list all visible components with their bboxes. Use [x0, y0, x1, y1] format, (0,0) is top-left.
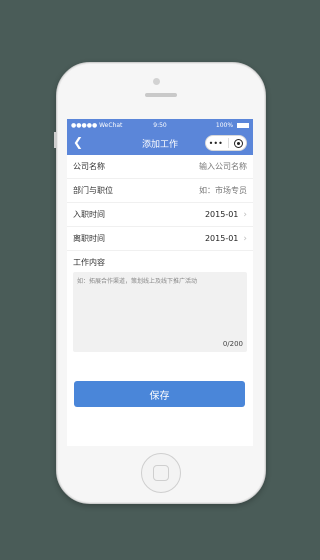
department-position-row[interactable]: 部门与职位 如：市场专员	[67, 179, 253, 203]
status-bar: ●●●●● WeChat 9:50 100%	[67, 119, 253, 131]
app-screen: ●●●●● WeChat 9:50 100% ❮ 添加工作 ••• 公司名称 输…	[67, 119, 253, 446]
chevron-right-icon: ›	[243, 209, 247, 220]
target-icon[interactable]	[234, 138, 244, 148]
end-date-row[interactable]: 离职时间 2015-01 ›	[67, 227, 253, 251]
start-date-row[interactable]: 入职时间 2015-01 ›	[67, 203, 253, 227]
department-position-input[interactable]: 如：市场专员	[199, 185, 247, 196]
more-dots-icon[interactable]: •••	[209, 139, 223, 148]
mini-program-capsule: •••	[205, 135, 247, 151]
side-button	[54, 132, 56, 148]
speaker-grille	[145, 93, 177, 97]
end-date-label: 离职时间	[73, 234, 105, 243]
camera-icon	[153, 78, 160, 85]
company-name-label: 公司名称	[73, 162, 105, 171]
department-position-label: 部门与职位	[73, 186, 113, 195]
work-content-textarea[interactable]: 如：拓展合作渠道，策划线上及线下推广活动 0/200	[73, 272, 247, 352]
status-time: 9:50	[153, 121, 167, 129]
start-date-label: 入职时间	[73, 210, 105, 219]
chevron-right-icon: ›	[243, 233, 247, 244]
company-name-row[interactable]: 公司名称 输入公司名称	[67, 155, 253, 179]
capsule-divider	[228, 138, 230, 148]
save-button[interactable]: 保存	[74, 381, 245, 407]
work-content-placeholder: 如：拓展合作渠道，策划线上及线下推广活动	[77, 278, 198, 285]
home-button[interactable]	[141, 453, 181, 493]
company-name-input[interactable]: 输入公司名称	[199, 161, 247, 172]
navigation-bar: ❮ 添加工作 •••	[67, 131, 253, 155]
end-date-picker[interactable]: 2015-01 ›	[205, 234, 247, 244]
work-content-label: 工作内容	[73, 258, 105, 267]
end-date-value: 2015-01	[204, 234, 239, 243]
start-date-picker[interactable]: 2015-01 ›	[205, 210, 247, 220]
character-counter: 0/200	[222, 340, 243, 348]
start-date-value: 2015-01	[204, 210, 239, 219]
